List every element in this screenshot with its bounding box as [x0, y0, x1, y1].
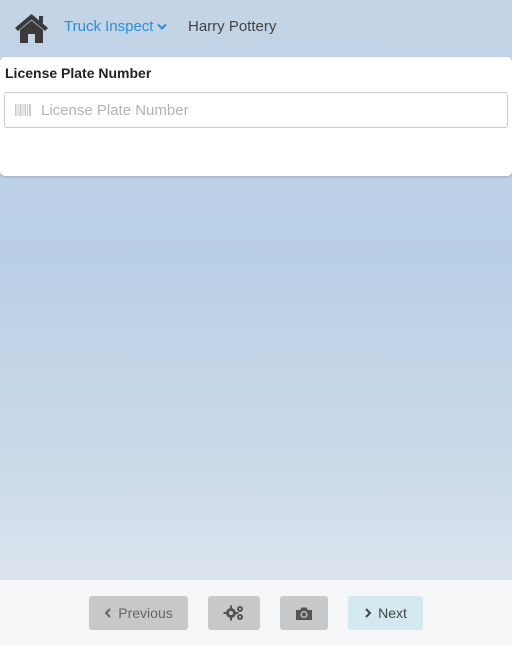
- gears-icon: [223, 605, 243, 621]
- footer-toolbar: Previous Next: [0, 579, 512, 645]
- form-card: License Plate Number: [0, 57, 512, 176]
- previous-button[interactable]: Previous: [89, 596, 188, 630]
- app-menu-label: Truck Inspect: [64, 18, 154, 35]
- next-button-label: Next: [378, 605, 407, 621]
- license-plate-field-wrapper: [4, 92, 508, 128]
- top-bar: Truck Inspect Harry Pottery: [0, 0, 512, 56]
- chevron-right-icon: [365, 608, 372, 618]
- license-plate-input[interactable]: [41, 93, 501, 127]
- next-button[interactable]: Next: [348, 596, 423, 630]
- user-name: Harry Pottery: [188, 18, 277, 35]
- chevron-left-icon: [104, 608, 111, 618]
- barcode-icon[interactable]: [15, 104, 31, 116]
- app-menu-dropdown[interactable]: Truck Inspect: [64, 18, 168, 35]
- home-icon[interactable]: [13, 12, 50, 44]
- field-label: License Plate Number: [5, 65, 152, 81]
- chevron-down-icon: [157, 23, 168, 30]
- camera-button[interactable]: [280, 596, 328, 630]
- camera-icon: [296, 607, 312, 620]
- previous-button-label: Previous: [118, 605, 173, 621]
- settings-button[interactable]: [208, 596, 260, 630]
